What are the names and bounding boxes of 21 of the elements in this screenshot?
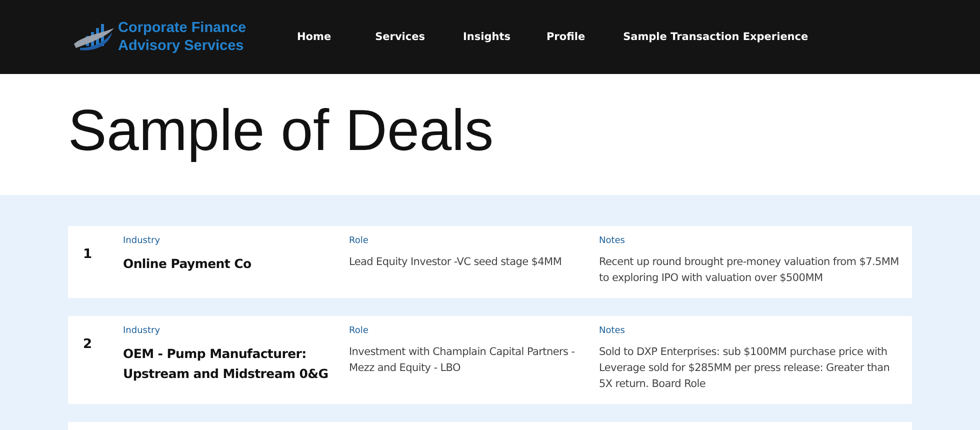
nav-link[interactable]: Home xyxy=(297,31,332,43)
role-text: Investment with Champlain Capital Partners - Mezz and Equity - LBO xyxy=(349,345,576,376)
nav-link[interactable]: Profile xyxy=(546,31,586,43)
role-label: Role xyxy=(349,236,370,246)
page-title: Sample of Deals xyxy=(68,97,495,165)
nav-link[interactable]: Sample Transaction Experience xyxy=(623,31,808,43)
deal-number: 1 xyxy=(82,246,94,264)
notes-label: Notes xyxy=(599,236,626,246)
deal-number: 2 xyxy=(82,336,94,354)
industry-name: Online Payment Co xyxy=(123,255,252,273)
notes-label: Notes xyxy=(599,326,626,336)
role-text: Lead Equity Investor -VC seed stage $4MM xyxy=(349,255,563,270)
nav-link[interactable]: Insights xyxy=(462,31,510,43)
nav-link[interactable]: Services xyxy=(375,31,425,43)
logo-text[interactable]: Corporate Finance Advisory Services xyxy=(118,19,246,55)
role-label: Role xyxy=(349,326,370,336)
industry-name: OEM - Pump Manufacturer: Upstream and Midstream 0&G xyxy=(123,345,330,383)
notes-text: Recent up round brought pre-money valuation from $7.5MM to exploring IPO with valuation over $500MM xyxy=(599,255,899,286)
industry-label: Industry xyxy=(123,236,162,246)
industry-label: Industry xyxy=(123,326,162,336)
notes-text: Sold to DXP Enterprises: sub $100MM purchase price with Leverage sold for $285MM per press release: Greater than 5X return. Board Role xyxy=(599,345,891,392)
